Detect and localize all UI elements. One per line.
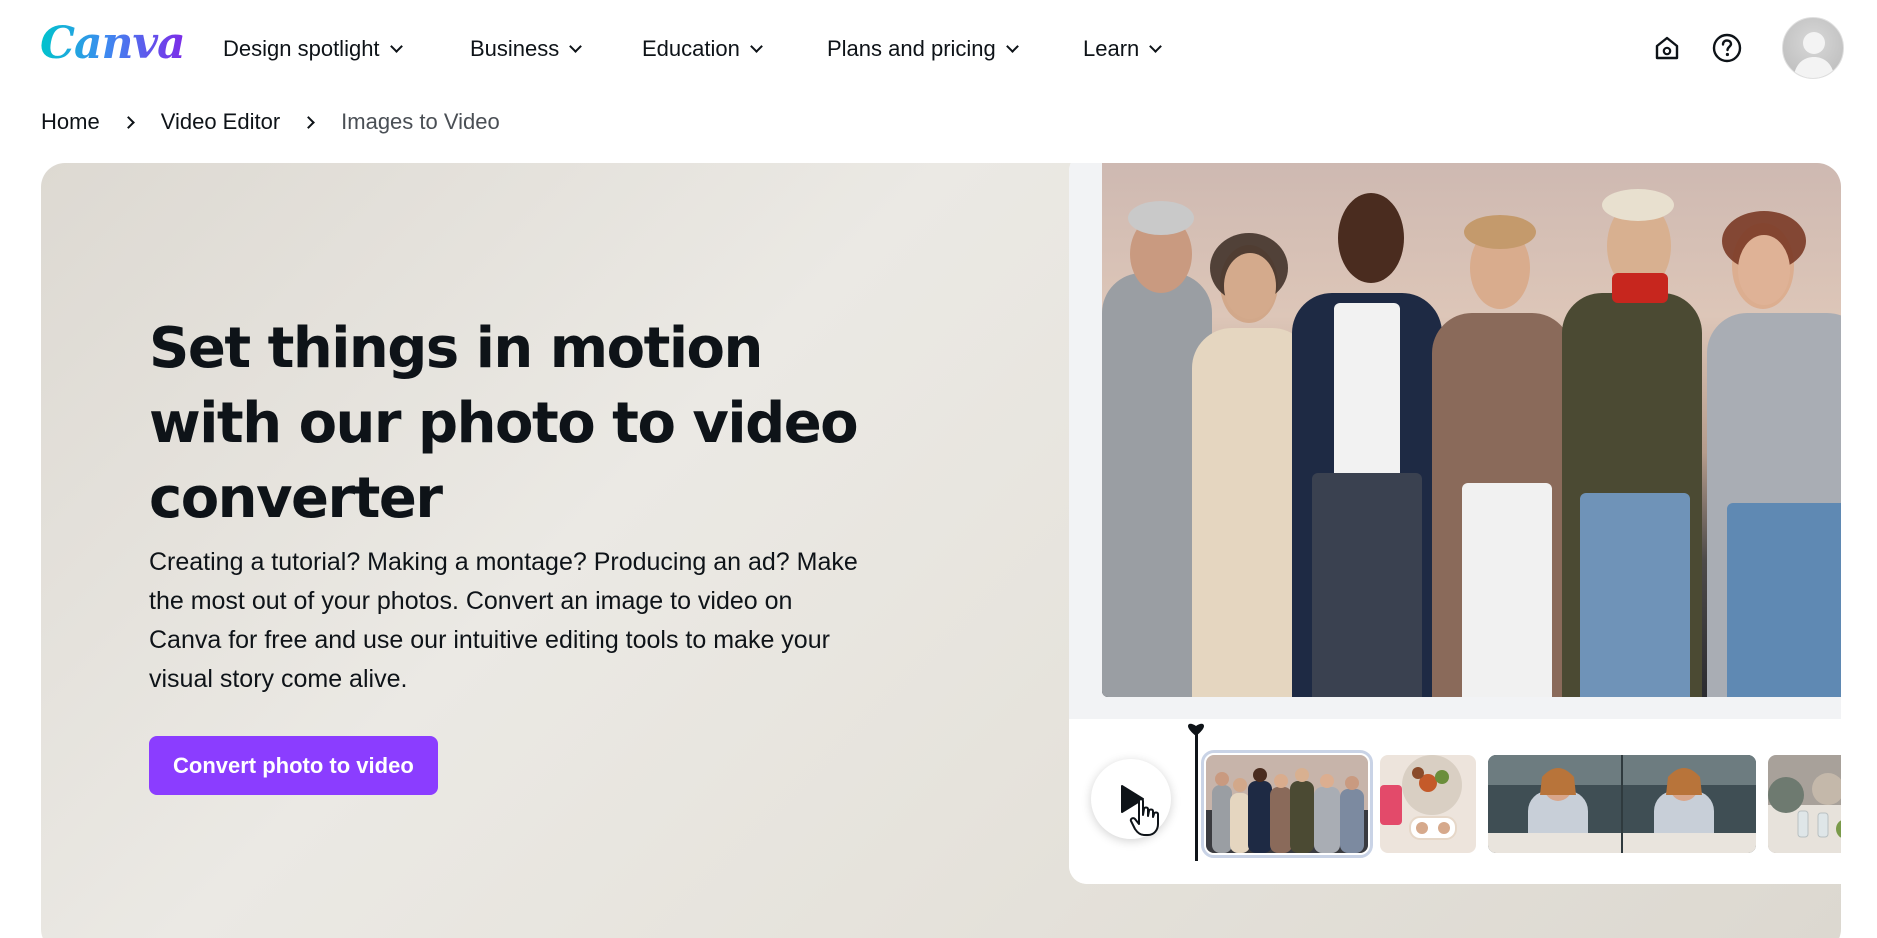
chevron-right-icon <box>121 115 135 129</box>
table-thumbnail <box>1768 755 1841 853</box>
nav-education[interactable]: Education <box>642 34 763 64</box>
hand-cursor-icon <box>1129 798 1159 836</box>
table-clip[interactable] <box>1768 755 1841 853</box>
dinner-thumbnail <box>1488 755 1756 853</box>
user-avatar[interactable] <box>1782 17 1844 79</box>
chevron-down-icon <box>749 39 763 53</box>
nav-design-spotlight[interactable]: Design spotlight <box>223 34 403 64</box>
breadcrumb-current-page: Images to Video <box>341 109 500 134</box>
breadcrumb: Home Video Editor Images to Video <box>41 108 500 136</box>
help-button[interactable] <box>1709 30 1745 66</box>
breadcrumb-home[interactable]: Home <box>41 109 100 135</box>
hero-section: Set things in motion with our photo to v… <box>41 163 1841 938</box>
group-photo-thumbnail <box>1206 755 1368 853</box>
hero-headline: Set things in motion with our photo to v… <box>149 316 859 531</box>
group-photo-image <box>1102 163 1841 697</box>
home-button[interactable] <box>1649 30 1685 66</box>
chevron-down-icon <box>1149 39 1163 53</box>
canva-logo[interactable]: Canva <box>40 18 186 69</box>
breadcrumb-video-editor[interactable]: Video Editor <box>161 109 280 135</box>
chevron-down-icon <box>569 39 583 53</box>
chevron-down-icon <box>389 39 403 53</box>
nav-label: Design spotlight <box>223 36 380 61</box>
nav-learn[interactable]: Learn <box>1083 34 1163 64</box>
nav-label: Business <box>470 36 560 61</box>
dinner-clip[interactable] <box>1488 755 1756 853</box>
food-thumbnail <box>1380 755 1476 853</box>
hero-description: Creating a tutorial? Making a montage? P… <box>149 548 858 693</box>
avatar-silhouette-icon <box>1793 32 1835 78</box>
home-icon <box>1655 36 1679 60</box>
nav-business[interactable]: Business <box>470 34 583 64</box>
nav-label: Learn <box>1083 36 1140 61</box>
nav-label: Education <box>642 36 740 61</box>
convert-photo-to-video-button[interactable]: Convert photo to video <box>149 736 438 795</box>
editor-timeline <box>1069 719 1841 884</box>
top-navigation: Canva Design spotlight Business Educatio… <box>0 0 1877 98</box>
group-photo-clip[interactable] <box>1201 750 1373 858</box>
help-icon <box>1712 33 1742 63</box>
chevron-right-icon <box>302 115 316 129</box>
chevron-down-icon <box>1005 39 1019 53</box>
nav-plans-and-pricing[interactable]: Plans and pricing <box>827 34 1019 64</box>
food-clip[interactable] <box>1380 755 1476 853</box>
playhead[interactable] <box>1195 731 1198 861</box>
video-editor-preview <box>1069 163 1841 884</box>
nav-label: Plans and pricing <box>827 36 996 61</box>
